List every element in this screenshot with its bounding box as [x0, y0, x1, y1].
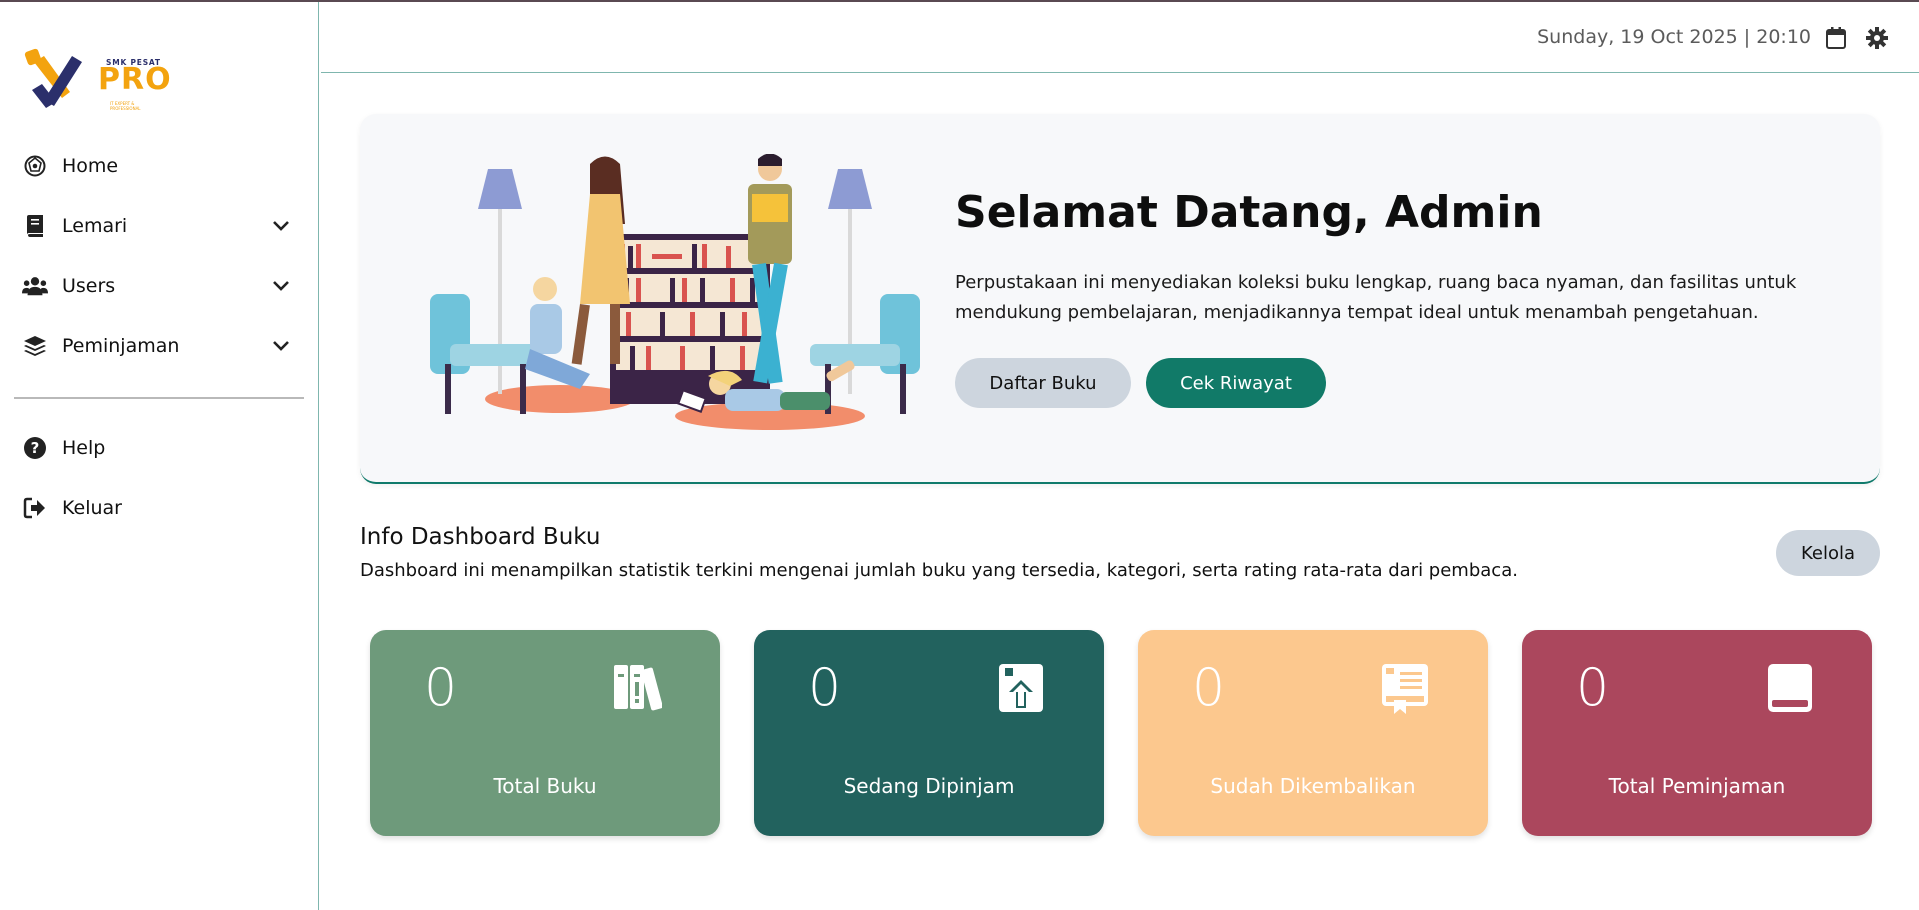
brand-tagline: IT EXPERT & PROFESSIONAL: [110, 101, 141, 111]
info-section-description: Dashboard ini menampilkan statistik terk…: [360, 560, 1518, 581]
sidebar-item-label: Help: [62, 437, 106, 459]
current-datetime: Sunday, 19 Oct 2025 | 20:10: [1537, 26, 1811, 48]
stat-card-total-peminjaman[interactable]: 0 Total Peminjaman: [1522, 630, 1872, 836]
sidebar-item-lemari[interactable]: Lemari: [22, 206, 300, 246]
stat-count: 0: [1192, 658, 1226, 718]
sidebar-item-label: Lemari: [62, 215, 128, 237]
top-header: Sunday, 19 Oct 2025 | 20:10: [321, 2, 1919, 73]
stat-label: Sudah Dikembalikan: [1210, 774, 1416, 798]
sidebar-item-label: Keluar: [62, 497, 122, 519]
sidebar-item-users[interactable]: Users: [22, 266, 300, 306]
library-illustration: [430, 154, 920, 430]
chevron-down-icon[interactable]: [272, 218, 290, 237]
gear-icon[interactable]: [1865, 26, 1889, 54]
cek-riwayat-button[interactable]: Cek Riwayat: [1146, 358, 1326, 408]
daftar-buku-button[interactable]: Daftar Buku: [955, 358, 1131, 408]
stat-count: 0: [808, 658, 842, 718]
sidebar-item-label: Peminjaman: [62, 335, 180, 357]
users-icon: [22, 274, 48, 298]
welcome-title: Selamat Datang, Admin: [955, 187, 1543, 238]
sidebar-item-keluar[interactable]: Keluar: [22, 488, 300, 528]
brand-logo[interactable]: SMK PESAT PRO IT EXPERT & PROFESSIONAL: [24, 48, 171, 111]
welcome-banner: Selamat Datang, Admin Perpustakaan ini m…: [360, 114, 1880, 484]
logout-icon: [22, 496, 48, 520]
stat-label: Total Buku: [493, 774, 597, 798]
stat-label: Total Peminjaman: [1608, 774, 1786, 798]
sidebar-divider: [14, 397, 304, 399]
kelola-button[interactable]: Kelola: [1776, 530, 1880, 576]
sidebar-item-label: Home: [62, 155, 119, 177]
stat-label: Sedang Dipinjam: [843, 774, 1015, 798]
sidebar-item-label: Users: [62, 275, 116, 297]
sidebar: SMK PESAT PRO IT EXPERT & PROFESSIONAL H…: [0, 2, 319, 910]
book-bookmark-icon: [1380, 662, 1430, 720]
brand-name: PRO: [98, 62, 172, 97]
sidebar-item-peminjaman[interactable]: Peminjaman: [22, 326, 300, 366]
info-section-title: Info Dashboard Buku: [360, 524, 601, 550]
logo-icon: [24, 48, 82, 108]
stat-count: 0: [424, 658, 458, 718]
stat-count: 0: [1576, 658, 1610, 718]
chevron-down-icon[interactable]: [272, 338, 290, 357]
book-closed-icon: [1766, 662, 1814, 718]
book-upload-icon: [996, 662, 1046, 718]
welcome-description: Perpustakaan ini menyediakan koleksi buk…: [955, 272, 1797, 323]
layers-icon: [22, 334, 48, 358]
sidebar-item-help[interactable]: ? Help: [22, 428, 300, 468]
home-icon: [22, 154, 48, 178]
calendar-icon[interactable]: [1825, 26, 1847, 54]
stat-card-sedang-dipinjam[interactable]: 0 Sedang Dipinjam: [754, 630, 1104, 836]
stat-card-sudah-dikembalikan[interactable]: 0 Sudah Dikembalikan: [1138, 630, 1488, 836]
help-icon: ?: [22, 436, 48, 460]
chevron-down-icon[interactable]: [272, 278, 290, 297]
svg-text:?: ?: [31, 439, 40, 457]
stat-card-total-buku[interactable]: 0 Total Buku: [370, 630, 720, 836]
sidebar-item-home[interactable]: Home: [22, 146, 300, 186]
book-icon: [22, 214, 48, 238]
books-icon: [612, 662, 663, 716]
